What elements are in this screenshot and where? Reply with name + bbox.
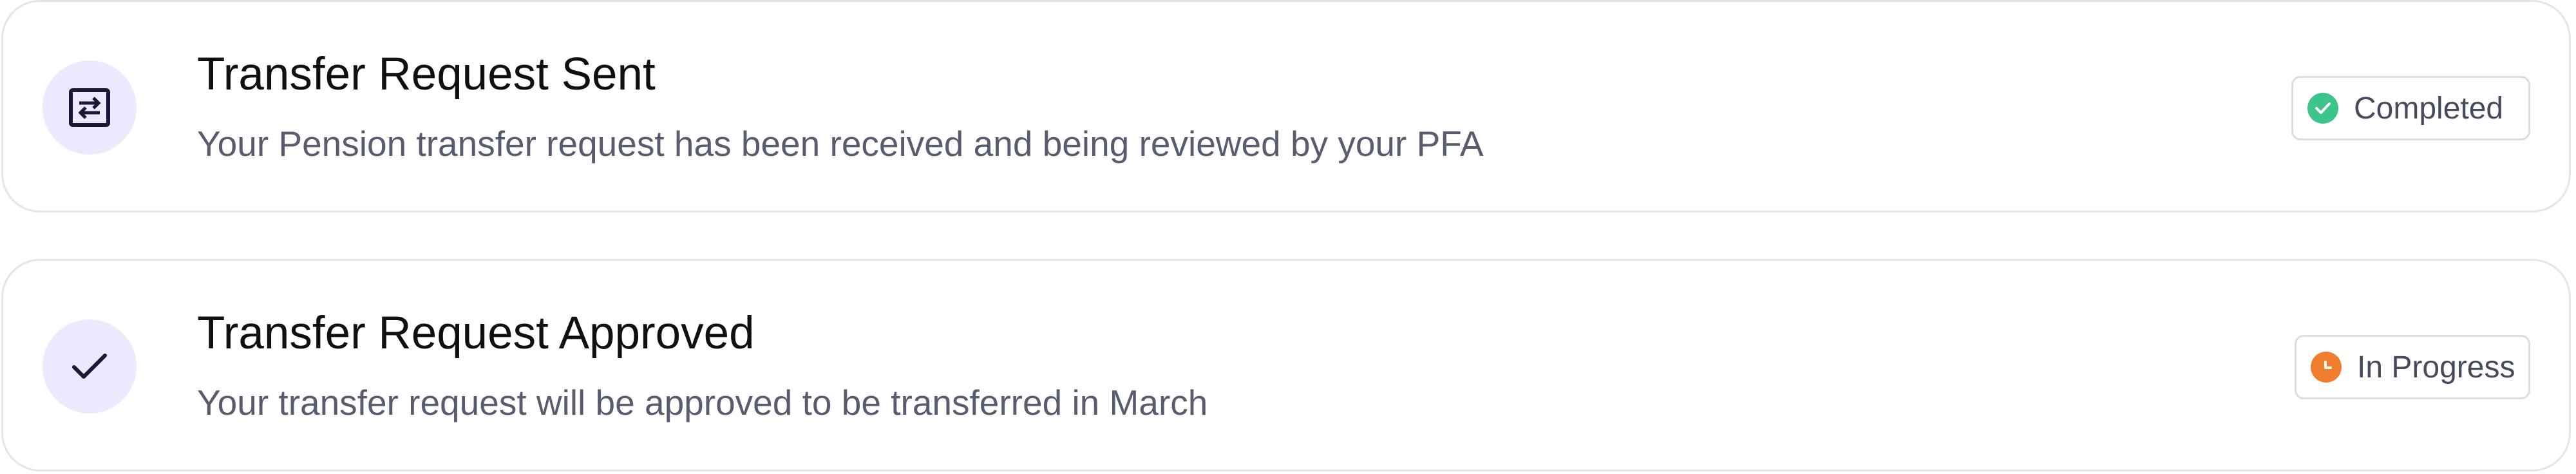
step-title: Transfer Request Approved — [197, 308, 755, 359]
clock-icon — [2311, 352, 2342, 383]
status-badge: Completed — [2291, 76, 2530, 140]
status-label: Completed — [2354, 91, 2504, 126]
check-circle-icon — [2307, 93, 2338, 124]
step-description: Your transfer request will be approved t… — [197, 383, 1208, 422]
step-description: Your Pension transfer request has been r… — [197, 124, 1484, 164]
step-title: Transfer Request Sent — [197, 49, 656, 100]
status-badge: In Progress — [2295, 335, 2530, 399]
status-label: In Progress — [2357, 350, 2515, 384]
transfer-icon — [43, 61, 137, 155]
step-card-transfer-sent: Transfer Request Sent Your Pension trans… — [1, 0, 2571, 213]
checkmark-icon — [43, 319, 137, 413]
step-card-transfer-approved: Transfer Request Approved Your transfer … — [1, 259, 2571, 471]
